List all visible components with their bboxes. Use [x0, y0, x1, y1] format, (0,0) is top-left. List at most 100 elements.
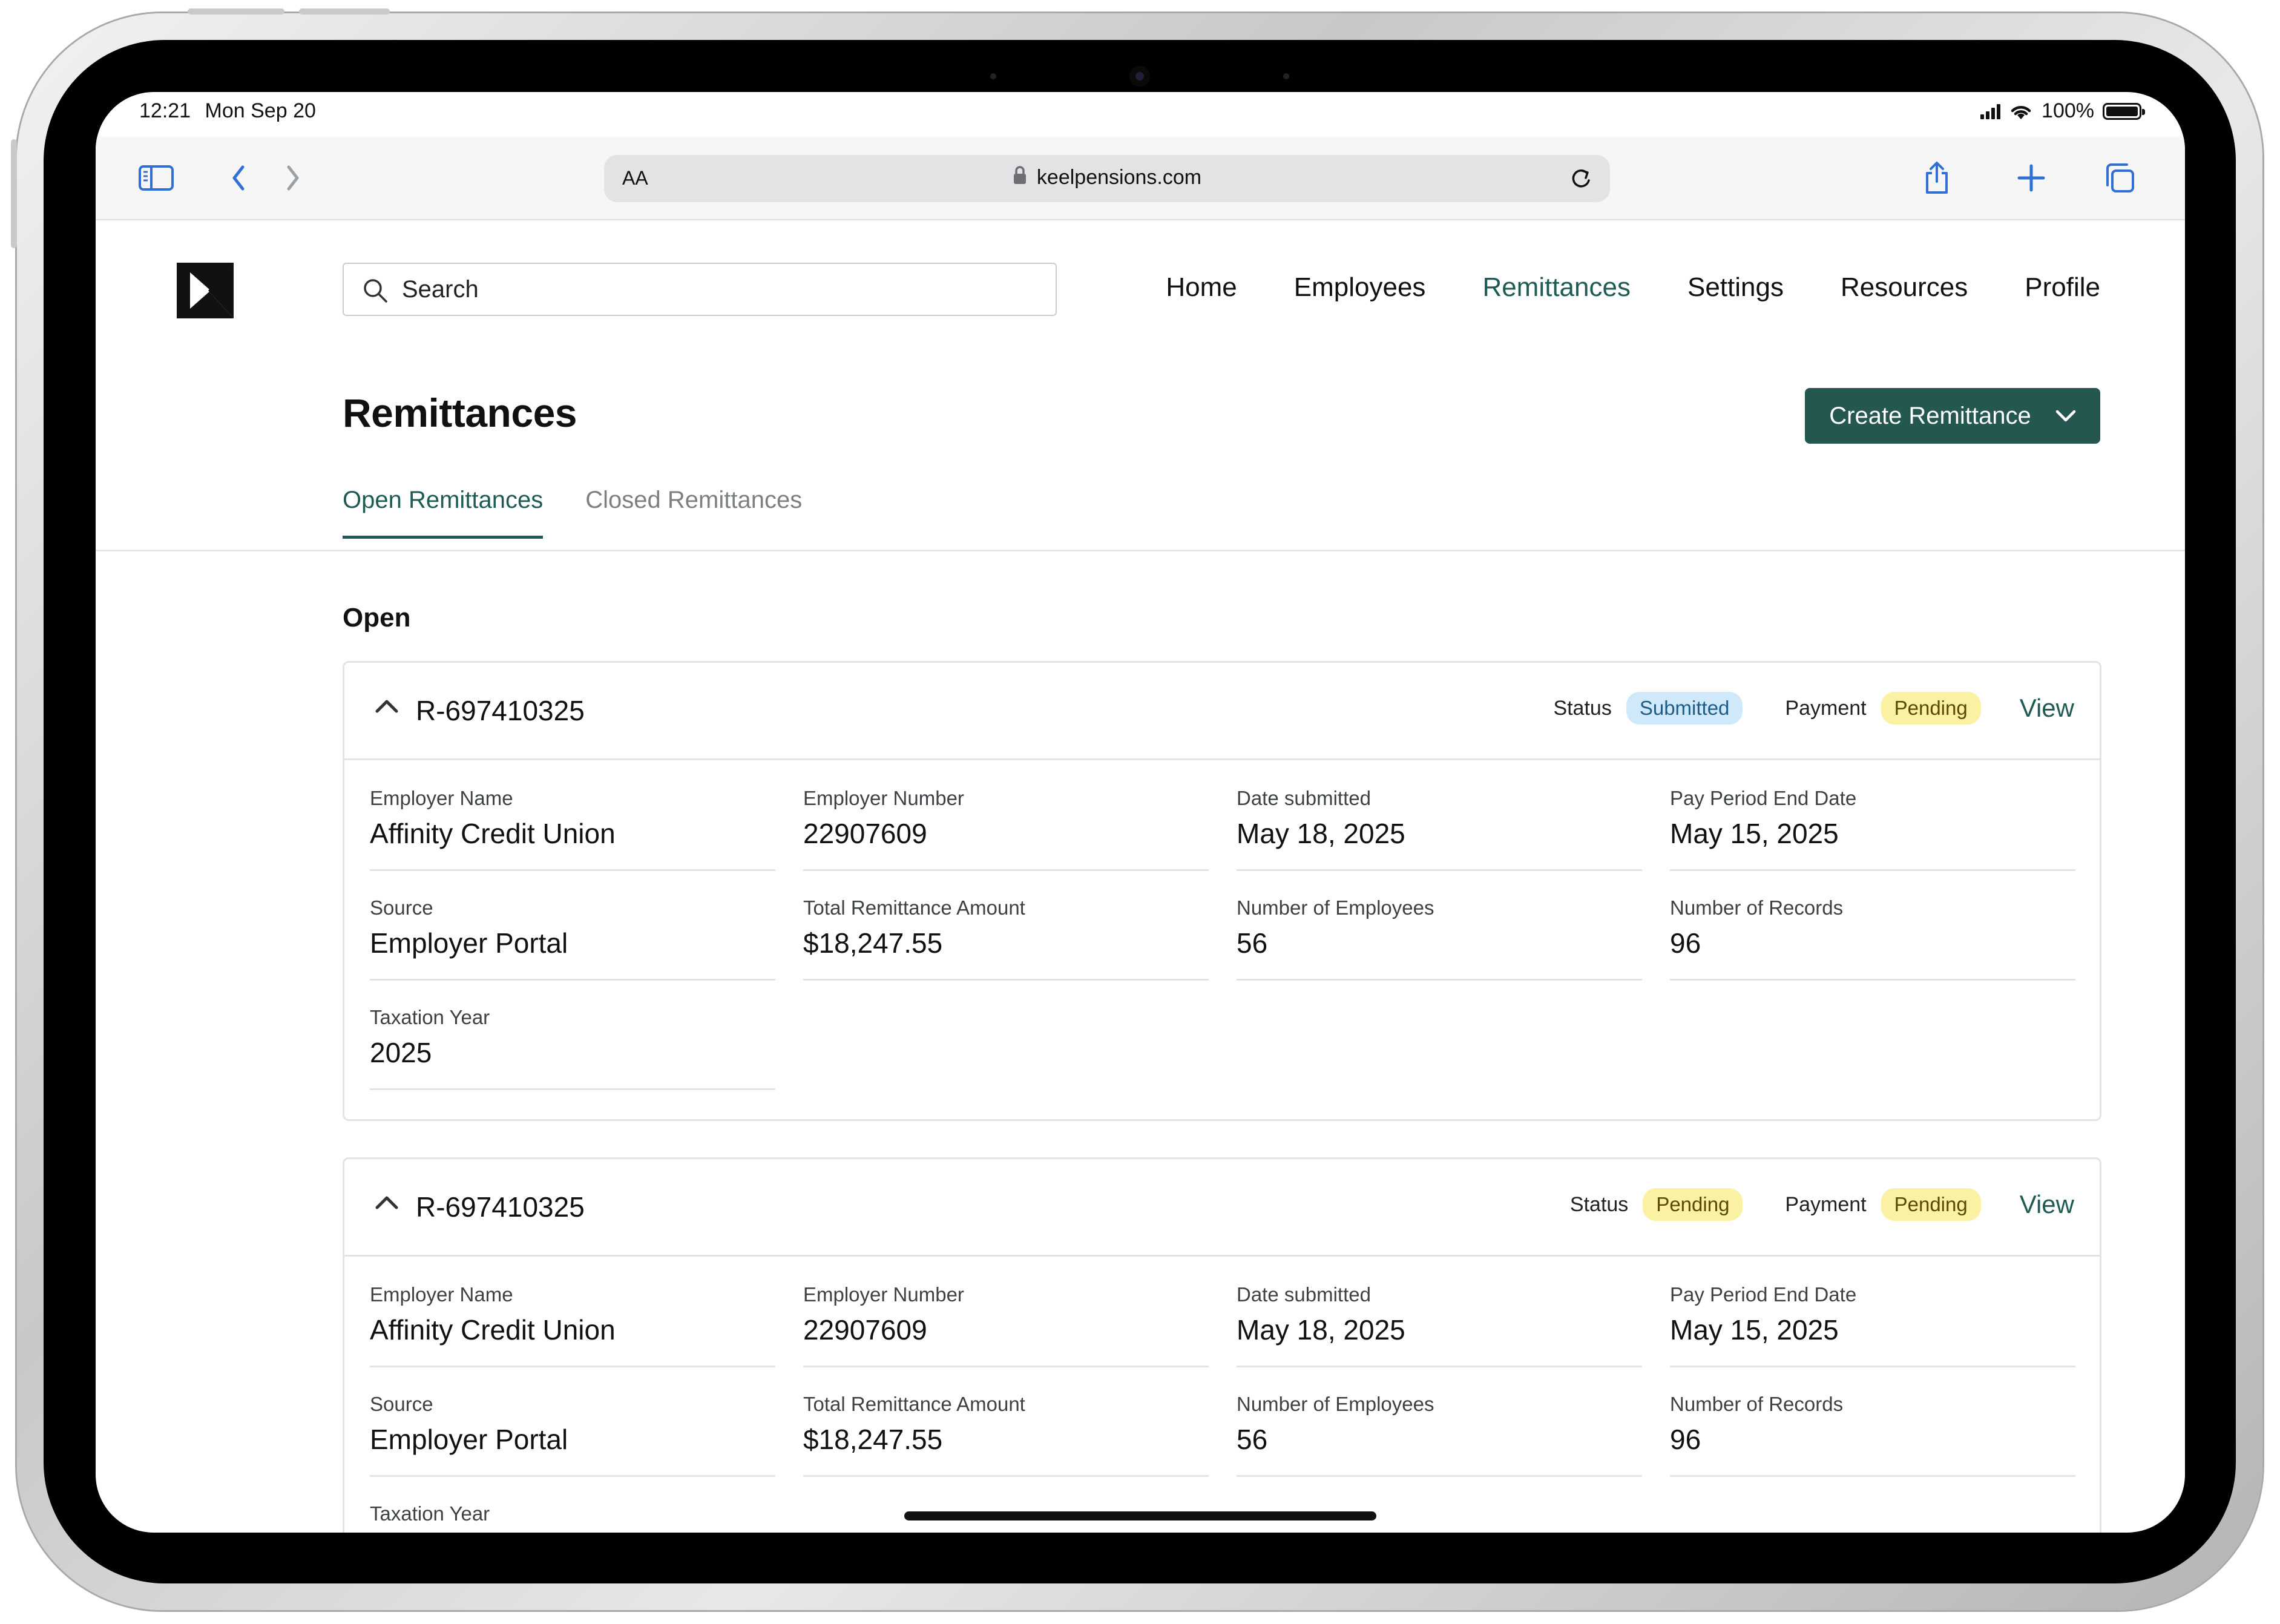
field-value: 22907609 [803, 1314, 927, 1346]
remittance-card-header: R-697410325 Status Submitted Payment Pen… [344, 663, 2100, 760]
new-tab-icon[interactable] [2013, 160, 2049, 196]
view-link[interactable]: View [2020, 694, 2074, 723]
status-label: Status [1569, 1192, 1629, 1216]
tabs-overview-icon[interactable] [2101, 160, 2138, 196]
wifi-icon [2011, 105, 2031, 119]
field-label: Employer Name [370, 787, 513, 809]
field-value: Employer Portal [370, 1424, 568, 1455]
status-bar: 12:21 Mon Sep 20 100% [96, 92, 2185, 137]
field-date-submitted: Date submitted May 18, 2025 [1237, 1283, 1642, 1367]
url-display[interactable]: keelpensions.com [604, 166, 1610, 189]
sensor-dot [1283, 73, 1289, 79]
remittance-details: Employer Name Affinity Credit Union Emplo… [344, 1257, 2100, 1533]
reload-icon[interactable] [1569, 166, 1593, 191]
remittance-card-header: R-697410325 Status Pending Payment Pendi… [344, 1159, 2100, 1257]
nav-resources[interactable]: Resources [1841, 272, 1968, 303]
field-total-remittance-amount: Total Remittance Amount $18,247.55 [803, 1393, 1209, 1477]
field-value: Affinity Credit Union [370, 818, 616, 849]
share-icon[interactable] [1919, 160, 1955, 196]
payment-label: Payment [1785, 696, 1867, 720]
remittance-card: R-697410325 Status Submitted Payment Pen… [343, 661, 2101, 1121]
field-label: Employer Number [803, 787, 964, 809]
field-value: May 15, 2025 [1670, 818, 1839, 849]
status-date: Mon Sep 20 [205, 99, 316, 122]
volume-button [299, 8, 390, 15]
field-number-of-employees: Number of Employees 56 [1237, 896, 1642, 981]
field-employer-name: Employer Name Affinity Credit Union [370, 1283, 775, 1367]
main-nav: Home Employees Remittances Settings Reso… [1166, 272, 2100, 303]
nav-settings[interactable]: Settings [1687, 272, 1784, 303]
field-pay-period-end-date: Pay Period End Date May 15, 2025 [1670, 787, 2075, 871]
status-clock: 12:21 Mon Sep 20 [139, 99, 316, 123]
chevron-down-icon [2055, 410, 2075, 422]
web-page: Home Employees Remittances Settings Reso… [96, 220, 2185, 1533]
field-label: Pay Period End Date [1670, 787, 1857, 809]
battery-icon [2103, 102, 2145, 120]
nav-remittances[interactable]: Remittances [1482, 272, 1631, 303]
field-label: Number of Records [1670, 1393, 1844, 1415]
page-title: Remittances [343, 390, 577, 435]
field-source: Source Employer Portal [370, 1393, 775, 1477]
nav-home[interactable]: Home [1166, 272, 1237, 303]
create-remittance-label: Create Remittance [1829, 402, 2031, 429]
field-employer-number: Employer Number 22907609 [803, 787, 1209, 871]
field-label: Taxation Year [370, 1502, 490, 1525]
nav-employees[interactable]: Employees [1294, 272, 1426, 303]
status-time: 12:21 [139, 99, 191, 122]
front-camera [1135, 72, 1144, 81]
view-link[interactable]: View [2020, 1190, 2074, 1219]
field-taxation-year: Taxation Year2025 [370, 1006, 775, 1090]
keel-logo[interactable] [177, 263, 234, 321]
field-employer-number: Employer Number 22907609 [803, 1283, 1209, 1367]
field-value: May 15, 2025 [1670, 1314, 1839, 1346]
address-bar[interactable]: AA keelpensions.com [604, 155, 1610, 202]
lock-icon [1013, 166, 1026, 184]
field-label: Number of Employees [1237, 896, 1434, 919]
payment-badge: Pending [1881, 692, 1981, 725]
search-input[interactable] [402, 275, 1031, 304]
sidebar-toggle-icon[interactable] [138, 160, 174, 196]
nav-profile[interactable]: Profile [2025, 272, 2100, 303]
field-value: 56 [1237, 1424, 1268, 1455]
cellular-signal-icon [1980, 104, 2001, 119]
status-badge: Pending [1643, 1188, 1743, 1221]
field-value: $18,247.55 [803, 1424, 943, 1455]
screen: 12:21 Mon Sep 20 100% AA keelpensions.co… [96, 92, 2185, 1533]
field-label: Taxation Year [370, 1006, 490, 1028]
field-value: $18,247.55 [803, 927, 943, 959]
field-value: 96 [1670, 927, 1701, 959]
create-remittance-button[interactable]: Create Remittance [1805, 388, 2100, 444]
field-value: 96 [1670, 1424, 1701, 1455]
chevron-up-icon[interactable] [375, 1194, 399, 1210]
back-icon[interactable] [220, 160, 257, 196]
field-value: May 18, 2025 [1237, 1314, 1405, 1346]
forward-icon[interactable] [275, 160, 311, 196]
remittance-card: R-697410325 Status Pending Payment Pendi… [343, 1157, 2101, 1533]
tab-open-remittances[interactable]: Open Remittances [343, 487, 544, 539]
field-label: Employer Number [803, 1283, 964, 1306]
chevron-up-icon[interactable] [375, 698, 399, 714]
home-indicator[interactable] [904, 1511, 1376, 1520]
volume-button [188, 8, 284, 15]
tab-closed-remittances[interactable]: Closed Remittances [585, 487, 802, 539]
remittance-details: Employer Name Affinity Credit Union Emplo… [344, 760, 2100, 1119]
search-box[interactable] [343, 263, 1057, 316]
remittance-id: R-697410325 [416, 695, 585, 726]
tabs-divider [96, 550, 2185, 551]
field-label: Date submitted [1237, 1283, 1371, 1306]
field-taxation-year: Taxation Year2025 [370, 1502, 775, 1533]
remittance-id: R-697410325 [416, 1191, 585, 1223]
field-label: Number of Records [1670, 896, 1844, 919]
section-title-open: Open [343, 603, 411, 633]
field-value: Affinity Credit Union [370, 1314, 616, 1346]
payment-label: Payment [1785, 1192, 1867, 1216]
field-pay-period-end-date: Pay Period End Date May 15, 2025 [1670, 1283, 2075, 1367]
field-label: Total Remittance Amount [803, 1393, 1025, 1415]
remittance-status-group: Status Pending Payment Pending View [1570, 1188, 2074, 1221]
field-value: 56 [1237, 927, 1268, 959]
status-badge: Submitted [1626, 692, 1743, 725]
field-label: Source [370, 896, 433, 919]
field-value: May 18, 2025 [1237, 818, 1405, 849]
field-label: Employer Name [370, 1283, 513, 1306]
field-total-remittance-amount: Total Remittance Amount $18,247.55 [803, 896, 1209, 981]
